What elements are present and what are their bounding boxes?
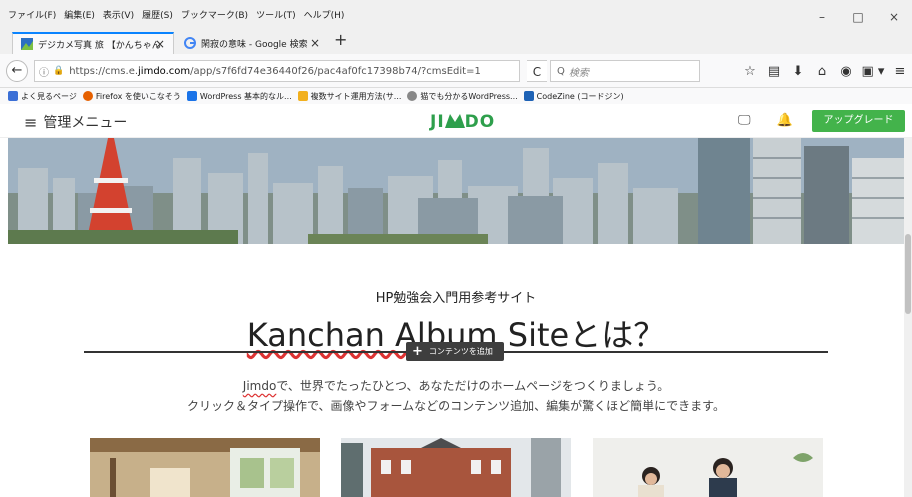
new-tab-button[interactable]: + xyxy=(334,30,347,49)
navigation-bar: ← ⓘ 🔒 https://cms.e. jimdo.com/app/s7f6fd… xyxy=(0,54,912,88)
tab-photo-album[interactable]: デジカメ写真 旅 【かんちゃん × xyxy=(12,32,174,54)
bookmark-star-icon[interactable]: ☆ xyxy=(738,64,762,79)
address-bar[interactable]: ⓘ 🔒 https://cms.e. jimdo.com/app/s7f6fd74… xyxy=(34,60,520,82)
tab-label: 閑寂の意味 - Google 検索 xyxy=(201,39,308,50)
google-favicon-icon xyxy=(184,37,196,49)
people-photo[interactable] xyxy=(593,438,823,497)
bookmark-firefox[interactable]: Firefox を使いこなそう xyxy=(82,91,181,102)
bookmark-codezine[interactable]: CodeZine (コードジン) xyxy=(523,91,624,102)
minimize-button[interactable]: – xyxy=(804,0,840,28)
site-description[interactable]: Jimdoで、世界でたったひとつ、あなただけのホームページをつくりましょう。 ク… xyxy=(0,376,912,416)
menu-icon: ≡ xyxy=(24,112,38,132)
cafe-photo[interactable] xyxy=(90,438,320,497)
bookmarks-bar: よく見るページ Firefox を使いこなそう WordPress 基本的なル.… xyxy=(0,88,912,104)
url-prefix: https://cms.e. xyxy=(69,65,139,77)
tab-close-icon[interactable]: × xyxy=(310,36,320,50)
site-subtitle: HP勉強会入門用参考サイト xyxy=(375,291,537,306)
url-path: /app/s7f6fd74e36440f26/pac4af0fc17398b74… xyxy=(190,65,481,77)
jimdo-admin-header: ≡ 管理メニュー JI DO 🖵 🔔 アップグレード xyxy=(0,104,912,138)
crown-icon xyxy=(297,91,308,101)
tokyo-station-photo[interactable] xyxy=(341,438,571,497)
tab-strip: デジカメ写真 旅 【かんちゃん × 閑寂の意味 - Google 検索 × + xyxy=(0,28,912,54)
search-placeholder: 検索 xyxy=(568,67,589,79)
album-favicon-icon xyxy=(21,38,33,50)
bookmark-wordpress-basic[interactable]: WordPress 基本的なル... xyxy=(186,91,292,102)
screenshot-icon[interactable]: ▣ ▾ xyxy=(858,64,888,79)
admin-menu-label: 管理メニュー xyxy=(43,115,128,131)
maximize-button[interactable]: □ xyxy=(840,0,876,28)
preview-monitor-icon[interactable]: 🖵 xyxy=(738,113,751,128)
menu-file[interactable]: ファイル(F) xyxy=(0,8,60,21)
toolbar-icons: ☆ ▤ ⬇ ⌂ ◉ ▣ ▾ ≡ xyxy=(738,60,912,82)
admin-menu-button[interactable]: ≡ 管理メニュー xyxy=(24,112,127,132)
add-content-label: コンテンツを追加 xyxy=(428,347,493,356)
download-icon[interactable]: ⬇ xyxy=(786,64,810,79)
firefox-icon xyxy=(82,91,93,101)
search-icon: Q xyxy=(557,65,565,77)
bookmark-cat-wordpress[interactable]: 猫でも分かるWordPress... xyxy=(407,91,518,102)
pocket-icon[interactable]: ◉ xyxy=(834,64,858,79)
lock-icon[interactable]: 🔒 xyxy=(53,66,64,76)
menu-edit[interactable]: 編集(E) xyxy=(60,8,99,21)
close-window-button[interactable]: × xyxy=(876,0,912,28)
tab-google-search[interactable]: 閑寂の意味 - Google 検索 × xyxy=(176,32,328,54)
menu-history[interactable]: 履歴(S) xyxy=(138,8,177,21)
reload-button[interactable]: C xyxy=(527,60,547,82)
search-input[interactable]: Q 検索 xyxy=(550,60,700,82)
menu-help[interactable]: ヘルプ(H) xyxy=(300,8,349,21)
bookmark-multisite[interactable]: 複数サイト運用方法(サ... xyxy=(297,91,401,102)
notification-bell-icon[interactable]: 🔔 xyxy=(777,113,793,128)
upgrade-button[interactable]: アップグレード xyxy=(812,110,905,132)
cat-icon xyxy=(407,91,418,101)
home-icon[interactable]: ⌂ xyxy=(810,64,834,79)
menu-bookmarks[interactable]: ブックマーク(B) xyxy=(177,8,252,21)
screen: { "menubar": { "items": ["ファイル(F)", "編集(… xyxy=(0,0,912,497)
hamburger-menu-icon[interactable]: ≡ xyxy=(888,64,912,79)
bookmark-icon xyxy=(186,91,197,101)
menu-tools[interactable]: ツール(T) xyxy=(252,8,300,21)
tab-close-icon[interactable]: × xyxy=(155,37,165,51)
title-rest: Siteとは？ xyxy=(497,316,666,354)
description-line-1: Jimdoで、世界でたったひとつ、あなただけのホームページをつくりましょう。 xyxy=(242,379,670,393)
add-content-button[interactable]: + コンテンツを追加 xyxy=(406,342,504,361)
jimdo-m-icon xyxy=(444,114,465,128)
back-button[interactable]: ← xyxy=(6,60,28,82)
menu-view[interactable]: 表示(V) xyxy=(99,8,138,21)
header-icons: 🖵 🔔 xyxy=(738,113,815,128)
bookmark-frequent[interactable]: よく見るページ xyxy=(8,91,77,102)
info-icon[interactable]: ⓘ xyxy=(39,64,49,79)
bookmark-icon xyxy=(8,91,18,101)
library-icon[interactable]: ▤ xyxy=(762,64,786,79)
window-controls: – □ × xyxy=(804,0,912,28)
url-host: jimdo.com xyxy=(138,65,191,77)
jimdo-logo: JI DO xyxy=(430,112,496,132)
header-banner-image xyxy=(8,138,904,244)
menu-bar: ファイル(F) 編集(E) 表示(V) 履歴(S) ブックマーク(B) ツール(… xyxy=(0,0,912,28)
tab-label: デジカメ写真 旅 【かんちゃん xyxy=(38,40,161,51)
description-line-2: クリック＆タイプ操作で、画像やフォームなどのコンテンツ追加、編集が驚くほど簡単に… xyxy=(187,399,725,413)
plus-icon: + xyxy=(412,344,423,359)
codezine-icon xyxy=(523,91,534,101)
